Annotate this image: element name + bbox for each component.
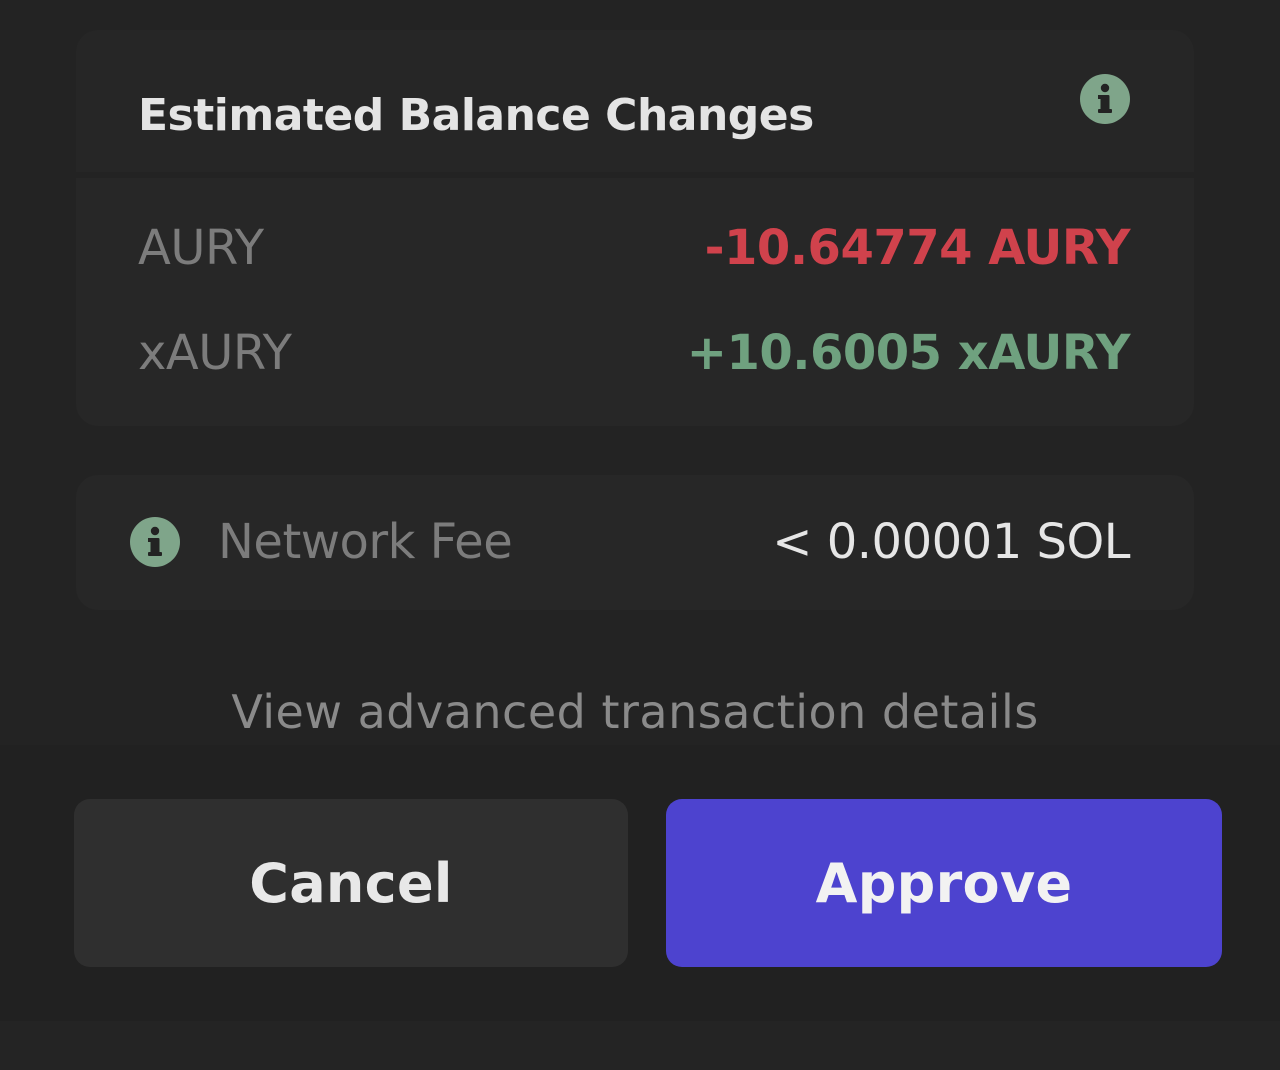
- token-name: AURY: [138, 220, 264, 276]
- advanced-details-link[interactable]: View advanced transaction details: [0, 682, 1270, 742]
- balance-row-xaury: xAURY +10.6005 xAURY: [138, 323, 1131, 383]
- info-glyph-icon: [1098, 83, 1112, 113]
- balance-changes-header: Estimated Balance Changes: [76, 30, 1194, 172]
- action-footer: Cancel Approve: [0, 745, 1280, 1021]
- token-name: xAURY: [138, 325, 292, 381]
- network-fee-card: Network Fee < 0.00001 SOL: [76, 475, 1194, 610]
- balance-row-aury: AURY -10.64774 AURY: [138, 218, 1131, 278]
- info-icon[interactable]: [1080, 74, 1130, 124]
- network-fee-label: Network Fee: [218, 514, 513, 570]
- info-glyph-icon: [148, 526, 162, 556]
- balance-changes-list: AURY -10.64774 AURY xAURY +10.6005 xAURY: [76, 178, 1194, 426]
- network-fee-value: < 0.00001 SOL: [772, 514, 1130, 570]
- bottom-bar: [0, 1021, 1280, 1070]
- token-change-amount: -10.64774 AURY: [704, 220, 1131, 276]
- transaction-approval-panel: Estimated Balance Changes AURY -10.64774…: [0, 0, 1280, 1070]
- balance-changes-title: Estimated Balance Changes: [138, 90, 814, 141]
- approve-button[interactable]: Approve: [666, 799, 1222, 967]
- info-icon[interactable]: [130, 517, 180, 567]
- token-change-amount: +10.6005 xAURY: [686, 325, 1131, 381]
- cancel-button[interactable]: Cancel: [74, 799, 628, 967]
